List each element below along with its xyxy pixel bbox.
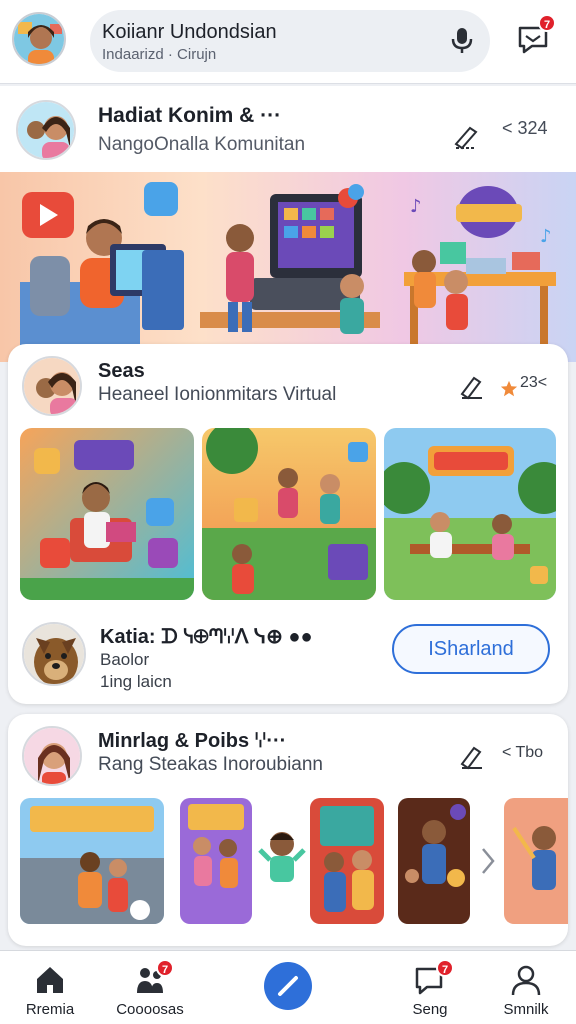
post-avatar[interactable]: [22, 726, 82, 786]
author-detail: 1ing laicn: [100, 672, 172, 691]
nav-badge: 7: [436, 959, 454, 977]
compose-button[interactable]: [264, 962, 312, 1010]
post-reaction-count: < Tbo: [502, 744, 544, 761]
post-card[interactable]: Minrlag & Poibs ꗷ··· Rang Steakas Inorou…: [8, 714, 568, 946]
post-image[interactable]: [384, 428, 556, 600]
post-image[interactable]: [504, 798, 568, 924]
home-icon: [37, 967, 63, 993]
nav-profile[interactable]: Smnilk: [476, 951, 576, 1024]
nav-label: Smnilk: [503, 1001, 549, 1018]
search-subtitle: Indaarizd · Cirujn: [102, 46, 217, 63]
share-icon[interactable]: [458, 742, 486, 770]
svg-text:♪: ♪: [540, 226, 552, 247]
post-avatar[interactable]: [22, 356, 82, 416]
group-member-count: < 324: [502, 118, 548, 138]
nav-badge: 7: [156, 959, 174, 977]
top-bar: Koiianr Undondsian Indaarizd · Cirujn 7: [0, 0, 576, 84]
messages-button[interactable]: 7: [514, 14, 556, 58]
nav-label: Seng: [412, 1001, 448, 1018]
post-subtitle: Rang Steakas Inoroubiann: [98, 754, 323, 775]
nav-label: Coooosas: [116, 1001, 184, 1018]
post-card[interactable]: Seas Heaneel Ionionmitars Virtual 23< Ka…: [8, 344, 568, 704]
join-button[interactable]: ISharland: [392, 624, 550, 674]
sticker-image: [258, 832, 306, 882]
nav-home[interactable]: Rremia: [0, 951, 100, 1024]
post-image[interactable]: [202, 428, 376, 600]
post-title: Seas: [98, 360, 145, 382]
banner-illustration: ♪ ♪: [20, 182, 556, 362]
microphone-icon[interactable]: [446, 24, 478, 56]
share-icon[interactable]: [458, 372, 486, 400]
nav-chat[interactable]: 7 Seng: [380, 951, 480, 1024]
group-avatar[interactable]: [16, 100, 76, 160]
post-title: Minrlag & Poibs ꗷ···: [98, 730, 287, 752]
post-image[interactable]: [180, 798, 252, 924]
nav-label: Rremia: [25, 1001, 75, 1018]
profile-icon: [511, 965, 541, 996]
post-subtitle: Heaneel Ionionmitars Virtual: [98, 384, 337, 405]
group-title: Hadiat Konim & ···: [98, 104, 282, 127]
chevron-right-icon[interactable]: [480, 846, 496, 876]
post-image[interactable]: [398, 798, 470, 924]
author-name: Katia: ᗪ ᓭ⊕ᘉꗷᐱ ᓭ⊕ ●●: [100, 626, 313, 648]
post-image[interactable]: [310, 798, 384, 924]
post-image[interactable]: [20, 428, 194, 600]
group-header[interactable]: Hadiat Konim & ··· NangoOnalla Komunitan: [0, 86, 576, 172]
compose-icon: [278, 976, 298, 996]
community-banner: ♪ ♪: [0, 172, 576, 362]
search-title: Koiianr Undondsian: [102, 21, 277, 43]
search-bar[interactable]: Koiianr Undondsian Indaarizd · Cirujn: [90, 10, 490, 72]
group-subtitle: NangoOnalla Komunitan: [98, 134, 306, 155]
post-image[interactable]: [20, 798, 164, 924]
author-avatar[interactable]: [22, 622, 86, 686]
author-detail: Baolor: [100, 650, 150, 669]
user-avatar[interactable]: [12, 12, 66, 66]
svg-text:♪: ♪: [410, 196, 422, 217]
star-icon: [500, 380, 518, 397]
messages-badge: 7: [538, 14, 556, 32]
share-icon[interactable]: [450, 120, 482, 152]
post-reaction-count: 23<: [520, 374, 548, 391]
nav-people[interactable]: 7 Coooosas: [100, 951, 200, 1024]
